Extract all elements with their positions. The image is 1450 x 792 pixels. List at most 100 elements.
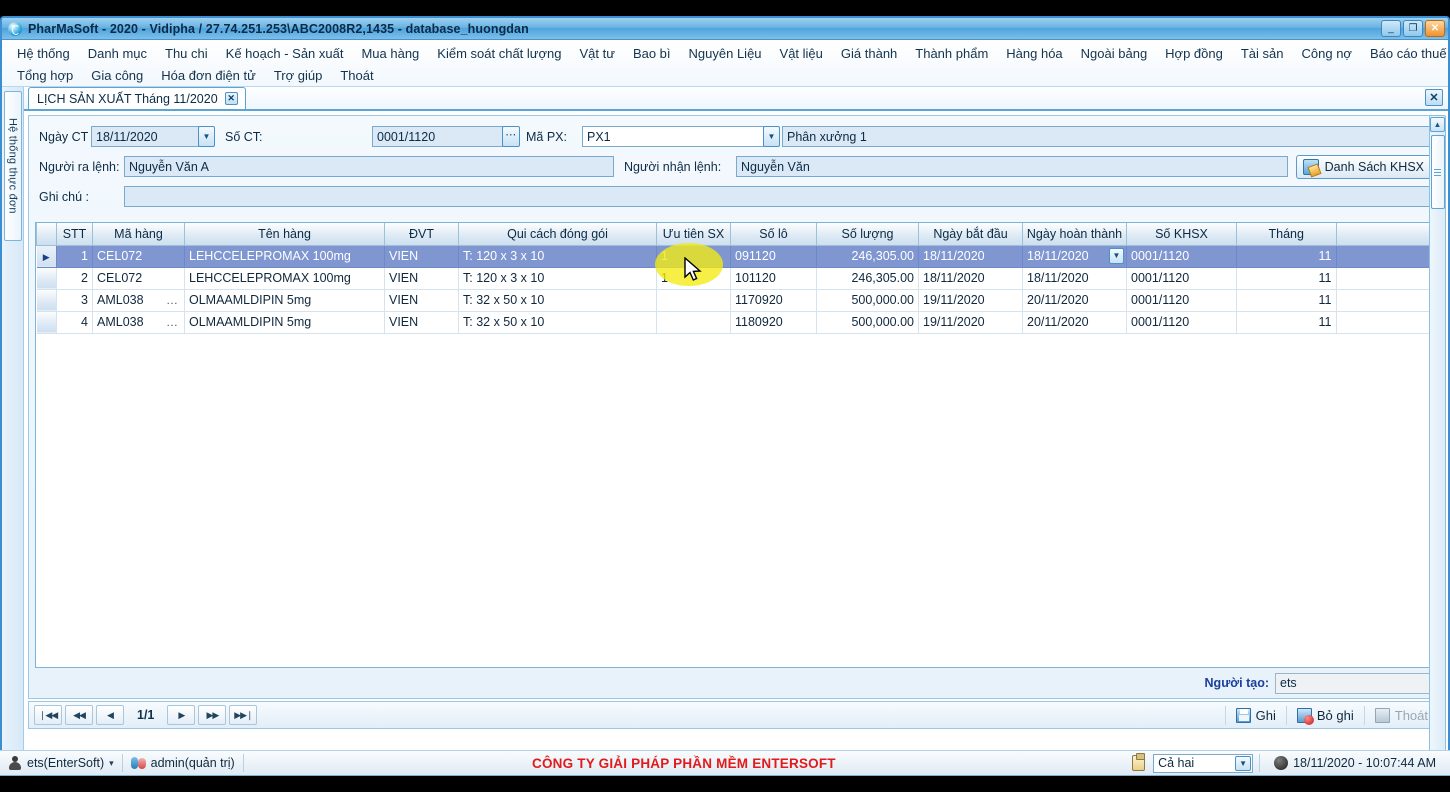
close-button[interactable]: ✕ xyxy=(1425,20,1445,37)
cell-so-luong[interactable]: 500,000.00 xyxy=(817,311,919,333)
chevron-down-icon[interactable]: ▼ xyxy=(763,126,780,147)
column-header-8[interactable]: Ngày bắt đầu xyxy=(919,223,1023,245)
so-ct-input[interactable]: 0001/1120 xyxy=(372,126,503,147)
menu-item-15[interactable]: Tài sản xyxy=(1232,44,1293,63)
column-header-0[interactable]: STT xyxy=(57,223,93,245)
cell-so-khsx[interactable]: 0001/1120 xyxy=(1127,289,1237,311)
menu-item-7[interactable]: Bao bì xyxy=(624,44,680,63)
nguoi-tao-input[interactable]: ets xyxy=(1275,673,1435,694)
column-header-9[interactable]: Ngày hoàn thành xyxy=(1023,223,1127,245)
scroll-up-icon[interactable]: ▲ xyxy=(1430,117,1445,132)
chevron-down-icon[interactable]: ▼ xyxy=(1109,248,1124,264)
close-all-icon[interactable]: ✕ xyxy=(1425,89,1443,106)
menu-item-row2-4[interactable]: Thoát xyxy=(331,66,382,85)
row-selector[interactable]: ▶ xyxy=(37,245,57,267)
close-icon[interactable]: ✕ xyxy=(225,92,238,105)
ngay-ct-field[interactable]: 18/11/2020 ▼ xyxy=(91,126,215,147)
column-header-3[interactable]: ĐVT xyxy=(385,223,459,245)
next-page-button[interactable]: ▶▶ xyxy=(198,705,226,725)
cell-so-khsx[interactable]: 0001/1120 xyxy=(1127,245,1237,267)
column-header-7[interactable]: Số lượng xyxy=(817,223,919,245)
row-selector[interactable] xyxy=(37,267,57,289)
production-schedule-grid[interactable]: STTMã hàngTên hàngĐVTQui cách đóng góiƯu… xyxy=(35,222,1437,668)
cell-so-lo[interactable]: 1180920 xyxy=(731,311,817,333)
cell-ten-hang[interactable]: OLMAAMLDIPIN 5mg xyxy=(185,311,385,333)
prev-page-button[interactable]: ◀◀ xyxy=(65,705,93,725)
cell-thang[interactable]: 11 xyxy=(1237,267,1337,289)
cell-ngay-hoan-thanh[interactable]: 18/11/2020 xyxy=(1023,267,1127,289)
menu-item-3[interactable]: Kế hoạch - Sản xuất xyxy=(217,44,353,63)
current-user[interactable]: ets(EnterSoft) ▾ xyxy=(0,753,122,773)
menu-item-6[interactable]: Vật tư xyxy=(570,44,623,63)
cell-dvt[interactable]: VIEN xyxy=(385,245,459,267)
cell-stt[interactable]: 2 xyxy=(57,267,93,289)
menu-item-17[interactable]: Báo cáo thuế xyxy=(1361,44,1450,63)
cell-stt[interactable]: 1 xyxy=(57,245,93,267)
cell-ngay-hoan-thanh[interactable]: 20/11/2020 xyxy=(1023,311,1127,333)
table-row[interactable]: 4…AML038OLMAAMLDIPIN 5mgVIENT: 32 x 50 x… xyxy=(37,311,1436,333)
column-header-6[interactable]: Số lô xyxy=(731,223,817,245)
clipboard-indicator[interactable] xyxy=(1124,753,1153,773)
column-header-2[interactable]: Tên hàng xyxy=(185,223,385,245)
chevron-down-icon[interactable]: ▼ xyxy=(198,126,215,147)
last-record-button[interactable]: ▶▶❘ xyxy=(229,705,257,725)
menu-item-row2-0[interactable]: Tổng hợp xyxy=(8,66,82,85)
cell-qui-cach[interactable]: T: 120 x 3 x 10 xyxy=(459,267,657,289)
cell-so-khsx[interactable]: 0001/1120 xyxy=(1127,311,1237,333)
danh-sach-khsx-button[interactable]: Danh Sách KHSX xyxy=(1296,155,1435,179)
menu-item-12[interactable]: Hàng hóa xyxy=(997,44,1071,63)
column-header-4[interactable]: Qui cách đóng gói xyxy=(459,223,657,245)
admin-user[interactable]: admin(quản trị) xyxy=(123,753,243,773)
cell-stt[interactable]: 4 xyxy=(57,311,93,333)
cell-ma-hang[interactable]: …AML038 xyxy=(93,289,185,311)
cell-so-lo[interactable]: 1170920 xyxy=(731,289,817,311)
menu-item-8[interactable]: Nguyên Liệu xyxy=(680,44,771,63)
cell-uu-tien-sx[interactable]: 1 xyxy=(657,245,731,267)
first-record-button[interactable]: ❘◀◀ xyxy=(34,705,62,725)
cell-qui-cach[interactable]: T: 32 x 50 x 10 xyxy=(459,289,657,311)
sidebar-item-he-thong-thuc-don[interactable]: Hệ thống thực đơn xyxy=(4,91,22,241)
exit-button[interactable]: Thoát xyxy=(1364,706,1438,725)
cell-thang[interactable]: 11 xyxy=(1237,245,1337,267)
table-row[interactable]: 3…AML038OLMAAMLDIPIN 5mgVIENT: 32 x 50 x… xyxy=(37,289,1436,311)
column-header-5[interactable]: Ưu tiên SX xyxy=(657,223,731,245)
menu-item-13[interactable]: Ngoài bảng xyxy=(1072,44,1157,63)
table-row[interactable]: ▶1CEL072LEHCCELEPROMAX 100mgVIENT: 120 x… xyxy=(37,245,1436,267)
cell-ngay-bat-dau[interactable]: 19/11/2020 xyxy=(919,311,1023,333)
row-selector[interactable] xyxy=(37,311,57,333)
menu-item-0[interactable]: Hệ thống xyxy=(8,44,79,63)
cell-ma-hang[interactable]: …AML038 xyxy=(93,311,185,333)
save-button[interactable]: Ghi xyxy=(1225,706,1286,725)
cell-stt[interactable]: 3 xyxy=(57,289,93,311)
cell-dvt[interactable]: VIEN xyxy=(385,289,459,311)
cell-qui-cach[interactable]: T: 32 x 50 x 10 xyxy=(459,311,657,333)
cell-thang[interactable]: 11 xyxy=(1237,311,1337,333)
ma-px-input[interactable]: PX1 xyxy=(582,126,764,147)
menu-item-14[interactable]: Hợp đồng xyxy=(1156,44,1232,63)
menu-item-row2-2[interactable]: Hóa đơn điện tử xyxy=(152,66,265,85)
cell-ngay-bat-dau[interactable]: 19/11/2020 xyxy=(919,289,1023,311)
cell-ngay-bat-dau[interactable]: 18/11/2020 xyxy=(919,245,1023,267)
cell-so-luong[interactable]: 246,305.00 xyxy=(817,245,919,267)
cell-ngay-hoan-thanh[interactable]: 20/11/2020 xyxy=(1023,289,1127,311)
cell-ten-hang[interactable]: LEHCCELEPROMAX 100mg xyxy=(185,267,385,289)
menu-item-2[interactable]: Thu chi xyxy=(156,44,217,63)
cell-dvt[interactable]: VIEN xyxy=(385,311,459,333)
cell-so-luong[interactable]: 500,000.00 xyxy=(817,289,919,311)
cell-ngay-hoan-thanh[interactable]: 18/11/2020▼ xyxy=(1023,245,1127,267)
cell-ten-hang[interactable]: LEHCCELEPROMAX 100mg xyxy=(185,245,385,267)
menu-item-11[interactable]: Thành phẩm xyxy=(906,44,997,63)
phan-xuong-input[interactable]: Phân xưởng 1 xyxy=(782,126,1435,147)
nguoi-nhan-lenh-input[interactable]: Nguyễn Văn xyxy=(736,156,1288,177)
cell-dvt[interactable]: VIEN xyxy=(385,267,459,289)
filter-select[interactable]: Cả hai ▼ xyxy=(1153,754,1253,773)
cell-ma-hang[interactable]: CEL072 xyxy=(93,245,185,267)
so-ct-field[interactable]: 0001/1120 ⋯ xyxy=(372,126,520,147)
cell-so-lo[interactable]: 101120 xyxy=(731,267,817,289)
menu-item-10[interactable]: Giá thành xyxy=(832,44,906,63)
row-selector[interactable] xyxy=(37,289,57,311)
table-row[interactable]: 2CEL072LEHCCELEPROMAX 100mgVIENT: 120 x … xyxy=(37,267,1436,289)
cell-so-khsx[interactable]: 0001/1120 xyxy=(1127,267,1237,289)
cell-ma-hang[interactable]: CEL072 xyxy=(93,267,185,289)
column-header-11[interactable]: Tháng xyxy=(1237,223,1337,245)
